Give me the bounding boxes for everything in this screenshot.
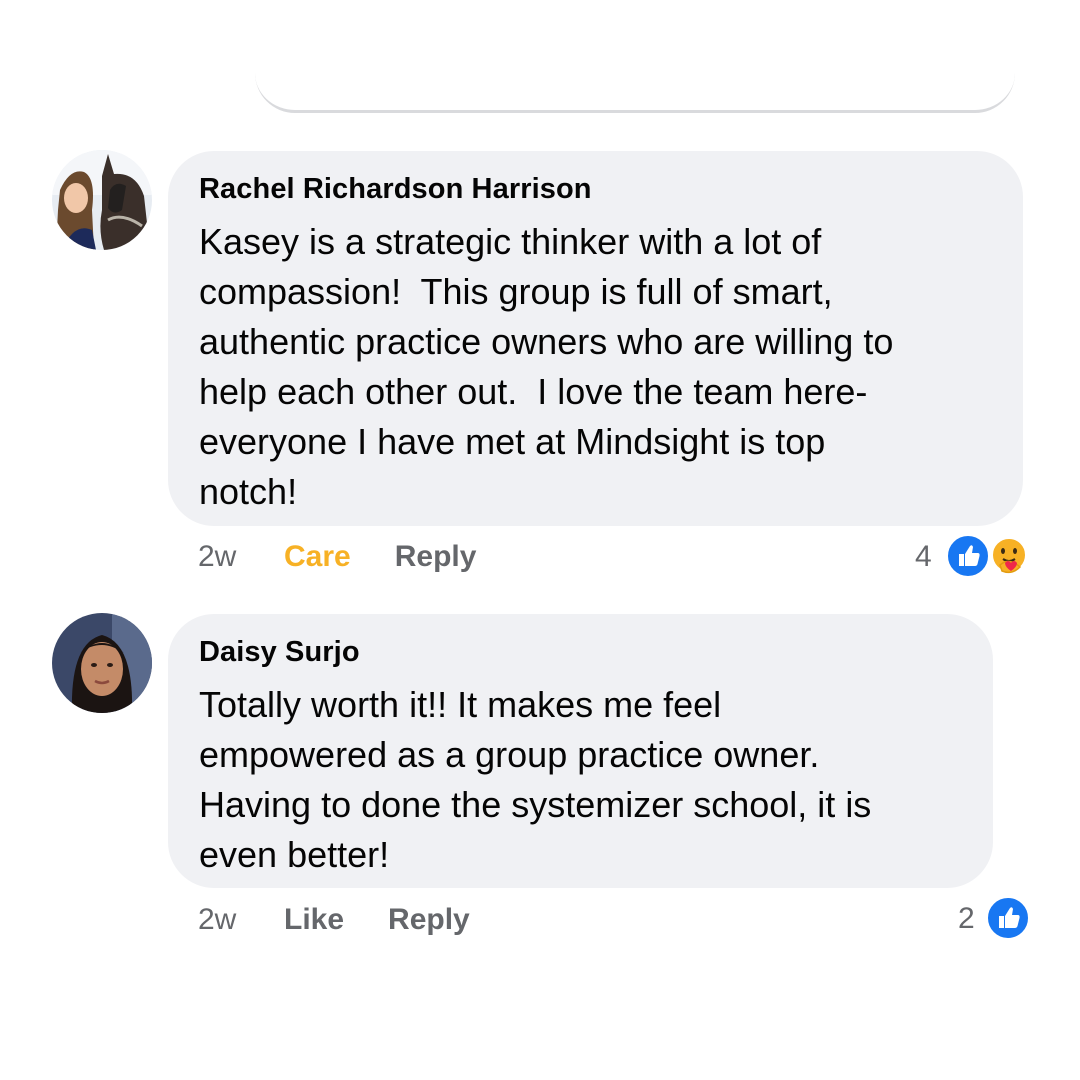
care-emoji-icon [991, 537, 1027, 574]
like-icon[interactable] [946, 534, 990, 578]
comment-author[interactable]: Rachel Richardson Harrison [199, 171, 993, 207]
avatar[interactable] [52, 613, 152, 713]
thumbs-up-icon [999, 907, 1020, 928]
comment-author[interactable]: Daisy Surjo [199, 634, 963, 670]
reply-button[interactable]: Reply [395, 537, 477, 577]
reaction-count[interactable]: 4 [915, 537, 932, 577]
comment-timestamp[interactable]: 2w [198, 900, 284, 940]
comment-actions: 2w Like Reply [198, 900, 470, 940]
reaction-count[interactable]: 2 [958, 899, 975, 939]
comment-text: Totally worth it!! It makes me feel empo… [199, 684, 872, 875]
reply-button[interactable]: Reply [388, 900, 470, 940]
comment-bubble: Daisy Surjo Totally worth it!! It makes … [168, 614, 993, 888]
comment-actions: 2w Care Reply [198, 537, 476, 577]
thumbs-up-icon [959, 545, 980, 566]
avatar-photo [52, 613, 152, 713]
avatar-photo [52, 150, 152, 250]
comment-bubble: Rachel Richardson Harrison Kasey is a st… [168, 151, 1023, 526]
like-button[interactable]: Like [284, 900, 344, 940]
avatar[interactable] [52, 150, 152, 250]
comment-timestamp[interactable]: 2w [198, 537, 284, 577]
care-reaction-button[interactable]: Care [284, 537, 351, 577]
like-icon[interactable] [986, 896, 1030, 940]
care-icon[interactable] [988, 535, 1030, 577]
comment-text: Kasey is a strategic thinker with a lot … [199, 221, 894, 512]
previous-comment-bubble-edge [255, 40, 1015, 113]
